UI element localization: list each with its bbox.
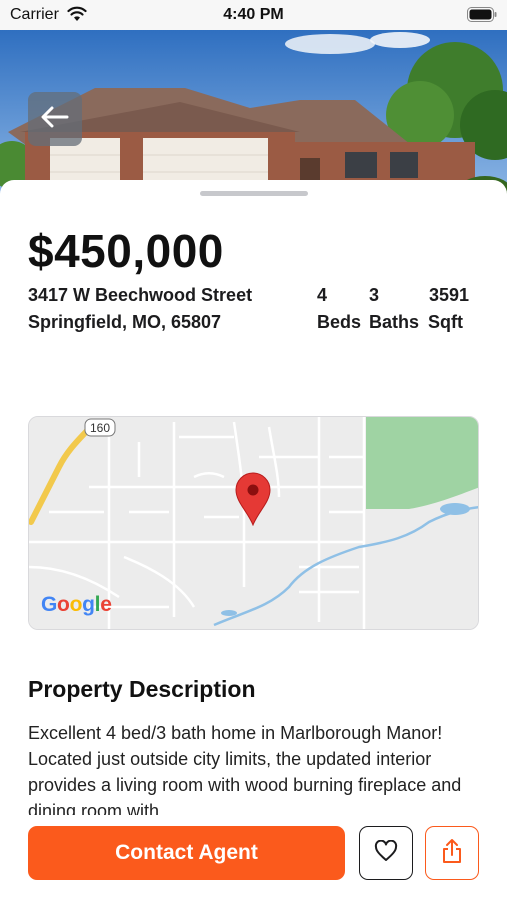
location-map[interactable]: 160 Google — [28, 416, 479, 630]
back-button[interactable] — [28, 92, 82, 146]
heart-icon — [374, 839, 398, 867]
beds-value: 4 — [317, 285, 328, 305]
baths-label: Baths — [369, 312, 420, 332]
address-street: 3417 W Beechwood Street — [28, 285, 253, 305]
google-logo: Google — [41, 593, 112, 616]
battery-icon — [467, 7, 497, 27]
details-sheet: $450,000 3417 W Beechwood Street Springf… — [0, 180, 507, 900]
sqft-value: 3591 — [429, 285, 470, 305]
description-title: Property Description — [28, 676, 256, 702]
house-photo — [0, 30, 507, 202]
baths-value: 3 — [369, 285, 380, 305]
status-bar: Carrier 4:40 PM — [0, 0, 507, 30]
map-pin-icon[interactable] — [234, 472, 272, 526]
description-text: Excellent 4 bed/3 bath home in Marlborou… — [28, 723, 462, 815]
arrow-left-icon — [41, 106, 69, 133]
share-button[interactable] — [425, 826, 479, 880]
sqft-label: Sqft — [428, 312, 463, 332]
price: $450,000 — [28, 225, 224, 277]
sheet-grabber[interactable] — [200, 191, 308, 196]
status-time: 4:40 PM — [223, 6, 284, 23]
share-icon — [441, 838, 463, 869]
route-badge: 160 — [90, 421, 110, 435]
address-city: Springfield, MO, 65807 — [28, 312, 222, 332]
favorite-button[interactable] — [359, 826, 413, 880]
beds-label: Beds — [317, 312, 362, 332]
contact-agent-button[interactable]: Contact Agent — [28, 826, 345, 880]
